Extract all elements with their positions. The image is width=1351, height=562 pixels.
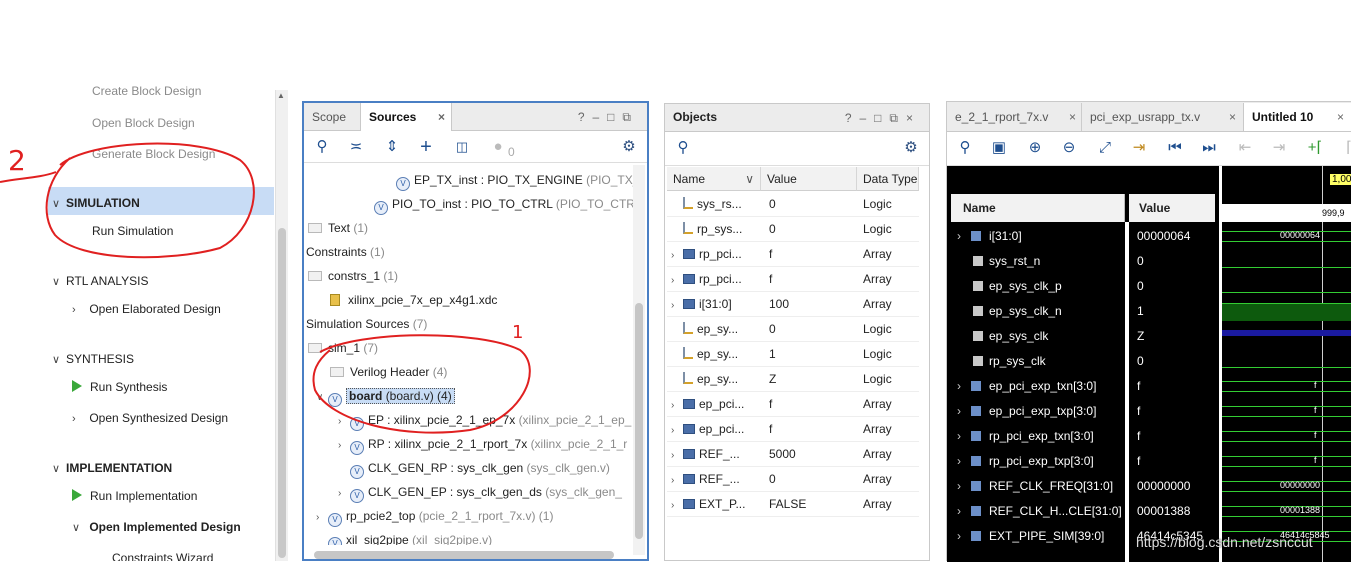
circle-annotation-simulation — [45, 142, 255, 259]
circle-annotation-board — [312, 334, 531, 434]
annotation-mark-2: 2 — [8, 144, 26, 177]
watermark: https://blog.csdn.net/zsnccut — [1136, 534, 1313, 550]
annotation-mark-1: 1 — [512, 322, 523, 343]
red-annotation-overlay: 1 2 — [0, 142, 531, 434]
